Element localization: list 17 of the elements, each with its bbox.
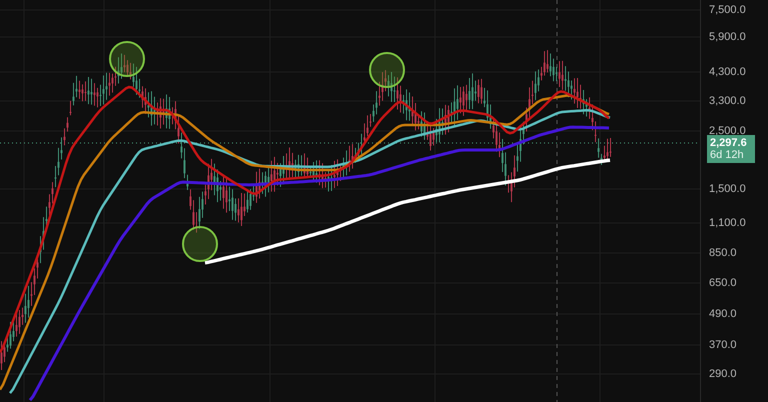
- price-axis-label: 7,500.0: [709, 4, 746, 16]
- price-axis-label: 4,300.0: [709, 66, 746, 78]
- highlight-circle: [369, 52, 405, 88]
- price-axis-label: 1,100.0: [709, 217, 746, 229]
- price-axis-label: 2,500.0: [709, 125, 746, 137]
- price-axis-label: 1,500.0: [709, 183, 746, 195]
- price-axis-label: 490.0: [709, 308, 737, 320]
- highlight-circle: [182, 226, 218, 262]
- highlight-circle: [109, 41, 145, 77]
- candle-countdown: 6d 12h: [710, 149, 745, 161]
- price-axis-label: 650.0: [709, 277, 737, 289]
- last-price-value: 2,297.6: [710, 137, 748, 149]
- price-axis-label: 370.0: [709, 339, 737, 351]
- price-axis-label: 3,300.0: [709, 95, 746, 107]
- price-axis-label: 850.0: [709, 247, 737, 259]
- price-axis-label: 5,900.0: [709, 31, 746, 43]
- price-axis-label: 290.0: [709, 368, 737, 380]
